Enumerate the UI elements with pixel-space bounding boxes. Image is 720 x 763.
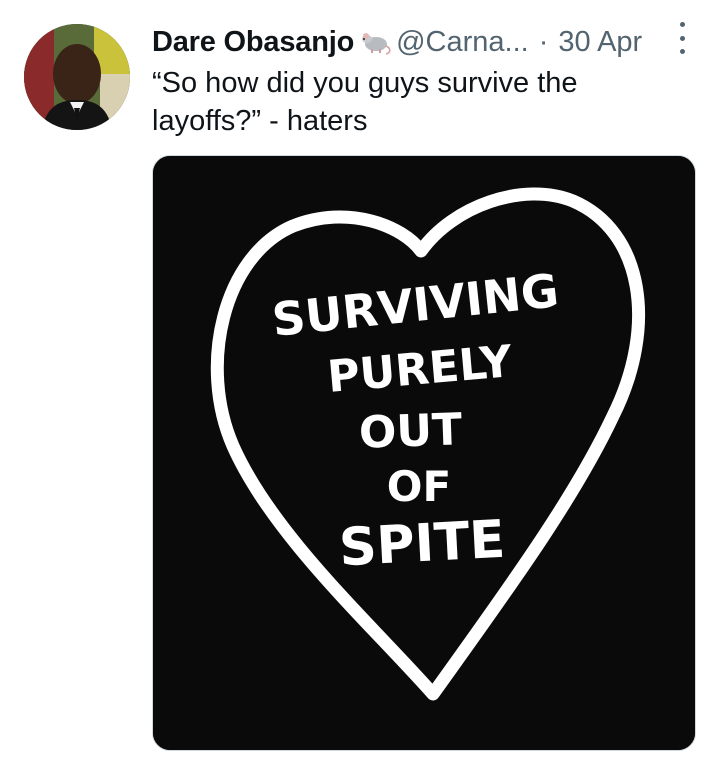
- avatar-photo: [24, 24, 130, 130]
- tweet: Dare Obasanjo @Carna... · 30 Apr “So how…: [0, 0, 720, 763]
- tweet-text: “So how did you guys survive the layoffs…: [152, 67, 578, 137]
- heart-text-line-4: OF: [387, 462, 451, 511]
- author-avatar[interactable]: [24, 24, 130, 130]
- author-name[interactable]: Dare Obasanjo: [152, 26, 354, 59]
- tweet-header: Dare Obasanjo @Carna... · 30 Apr: [152, 20, 642, 64]
- author-handle[interactable]: @Carna...: [396, 26, 529, 59]
- tweet-date[interactable]: 30 Apr: [558, 26, 642, 59]
- vertical-ellipsis-icon[interactable]: [674, 22, 690, 54]
- rat-icon: [358, 27, 392, 57]
- separator-dot: ·: [538, 25, 549, 58]
- heart-illustration: SURVIVING PURELY OUT OF SPITE: [153, 156, 695, 750]
- heart-text-line-3: OUT: [358, 404, 463, 459]
- heart-text-line-5: SPITE: [338, 510, 507, 579]
- tweet-image[interactable]: SURVIVING PURELY OUT OF SPITE: [152, 155, 696, 751]
